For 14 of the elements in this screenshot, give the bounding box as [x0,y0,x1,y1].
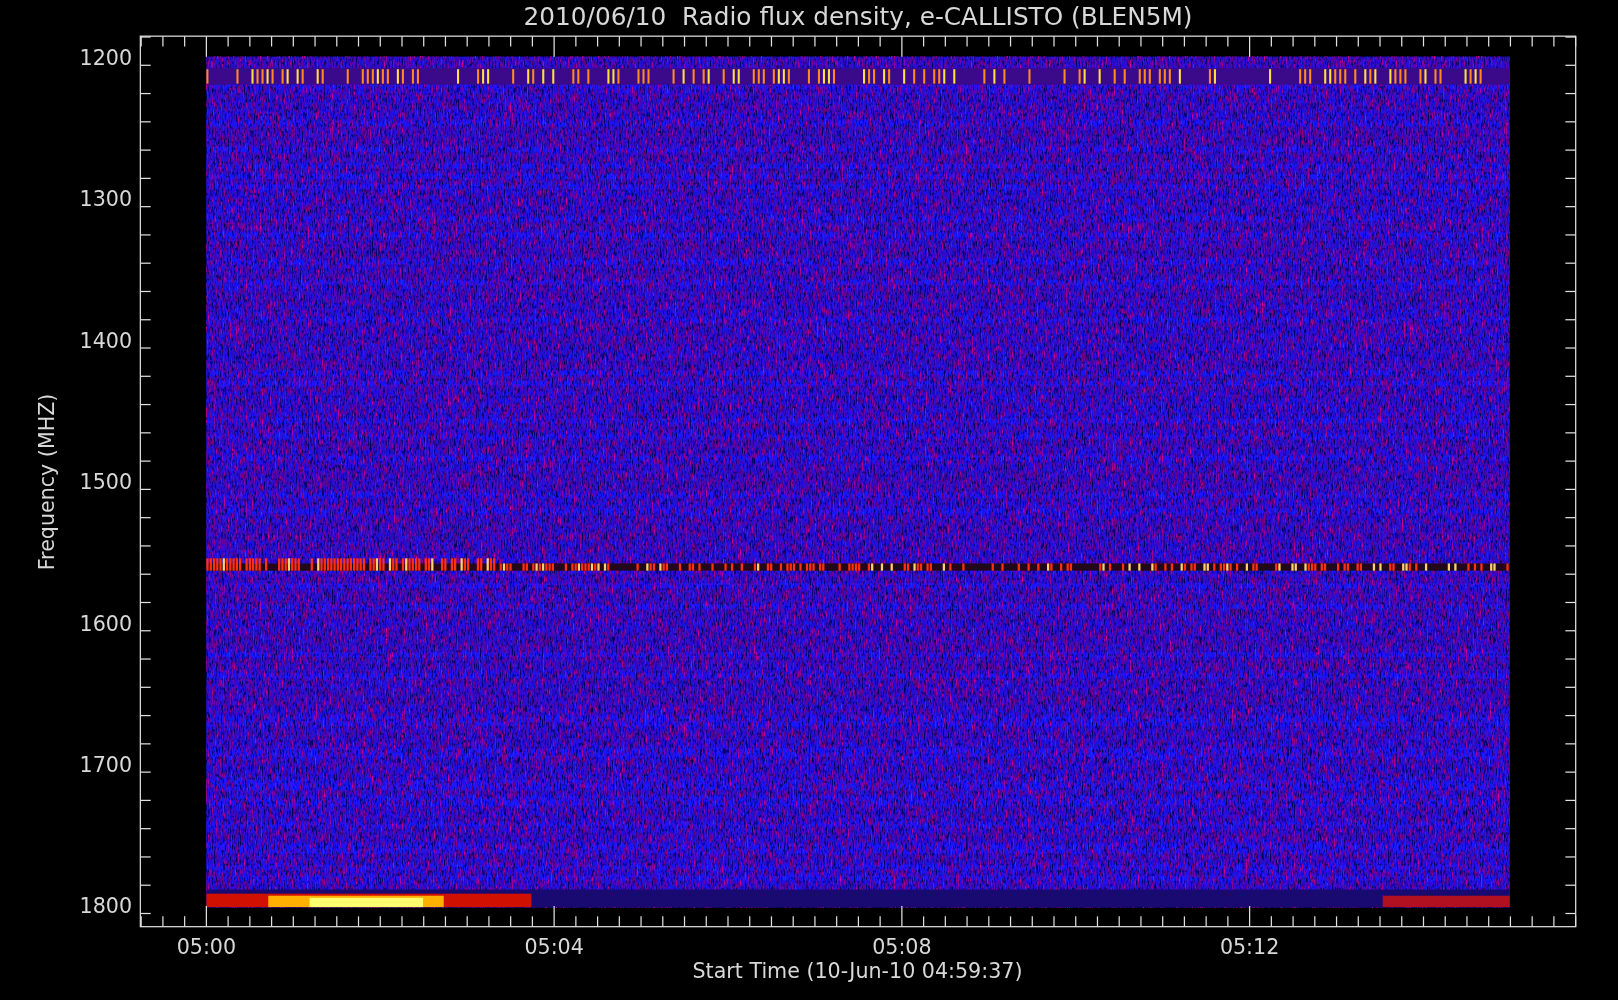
axis-label: Frequency (MHZ) [34,393,59,571]
tick-label: 1600 [79,611,133,636]
tick-label: 05:04 [524,934,584,959]
tick-label: 05:00 [176,934,237,959]
tick-label: 1700 [79,752,133,777]
tick-label: 1500 [79,470,133,495]
tick-label: 1200 [79,46,133,71]
tick-label: 1300 [79,187,133,212]
tick-label: 1400 [79,328,133,353]
axis-label: Start Time (10-Jun-10 04:59:37) [692,959,1023,984]
tick-label: 1800 [79,894,133,919]
tick-label: 05:12 [1219,934,1280,959]
plot-title: 2010/06/10 Radio flux density, e-CALLISTO (BLEN5M) [523,1,1193,31]
tick-label: 05:08 [872,934,932,959]
